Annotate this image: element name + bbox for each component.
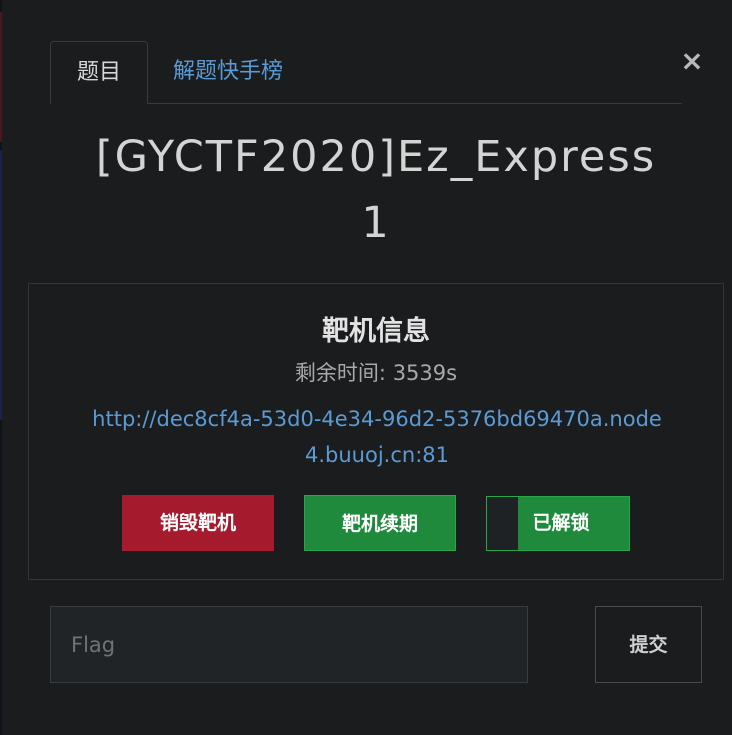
- unlocked-toggle[interactable]: 已解锁: [486, 496, 630, 551]
- submit-button[interactable]: 提交: [595, 606, 702, 683]
- tab-solves-leaderboard[interactable]: 解题快手榜: [173, 41, 283, 102]
- destroy-instance-button[interactable]: 销毁靶机: [122, 495, 274, 551]
- instance-url-link[interactable]: http://dec8cf4a-53d0-4e34-96d2-5376bd694…: [89, 401, 665, 473]
- challenge-title: [GYCTF2020]Ez_Express 1: [50, 124, 702, 256]
- challenge-name: [GYCTF2020]Ez_Express: [95, 132, 657, 182]
- renew-instance-button[interactable]: 靶机续期: [304, 495, 456, 551]
- toggle-knob: [487, 497, 518, 550]
- tab-challenge[interactable]: 题目: [50, 41, 148, 104]
- unlocked-label: 已解锁: [532, 512, 590, 534]
- remaining-time: 剩余时间: 3539s: [294, 361, 458, 385]
- modal-tabs: 题目 解题快手榜: [50, 41, 682, 104]
- close-icon[interactable]: ×: [679, 45, 705, 77]
- challenge-modal: 题目 解题快手榜 × [GYCTF2020]Ez_Express 1 靶机信息 …: [2, 0, 732, 735]
- remaining-time-label: 剩余时间: [294, 361, 379, 385]
- flag-input[interactable]: [50, 606, 528, 683]
- instance-heading: 靶机信息: [322, 316, 430, 347]
- challenge-points: 1: [361, 198, 391, 248]
- remaining-time-value: 3539s: [392, 361, 458, 385]
- instance-info-panel: 靶机信息 剩余时间: 3539s http://dec8cf4a-53d0-4e…: [28, 283, 724, 580]
